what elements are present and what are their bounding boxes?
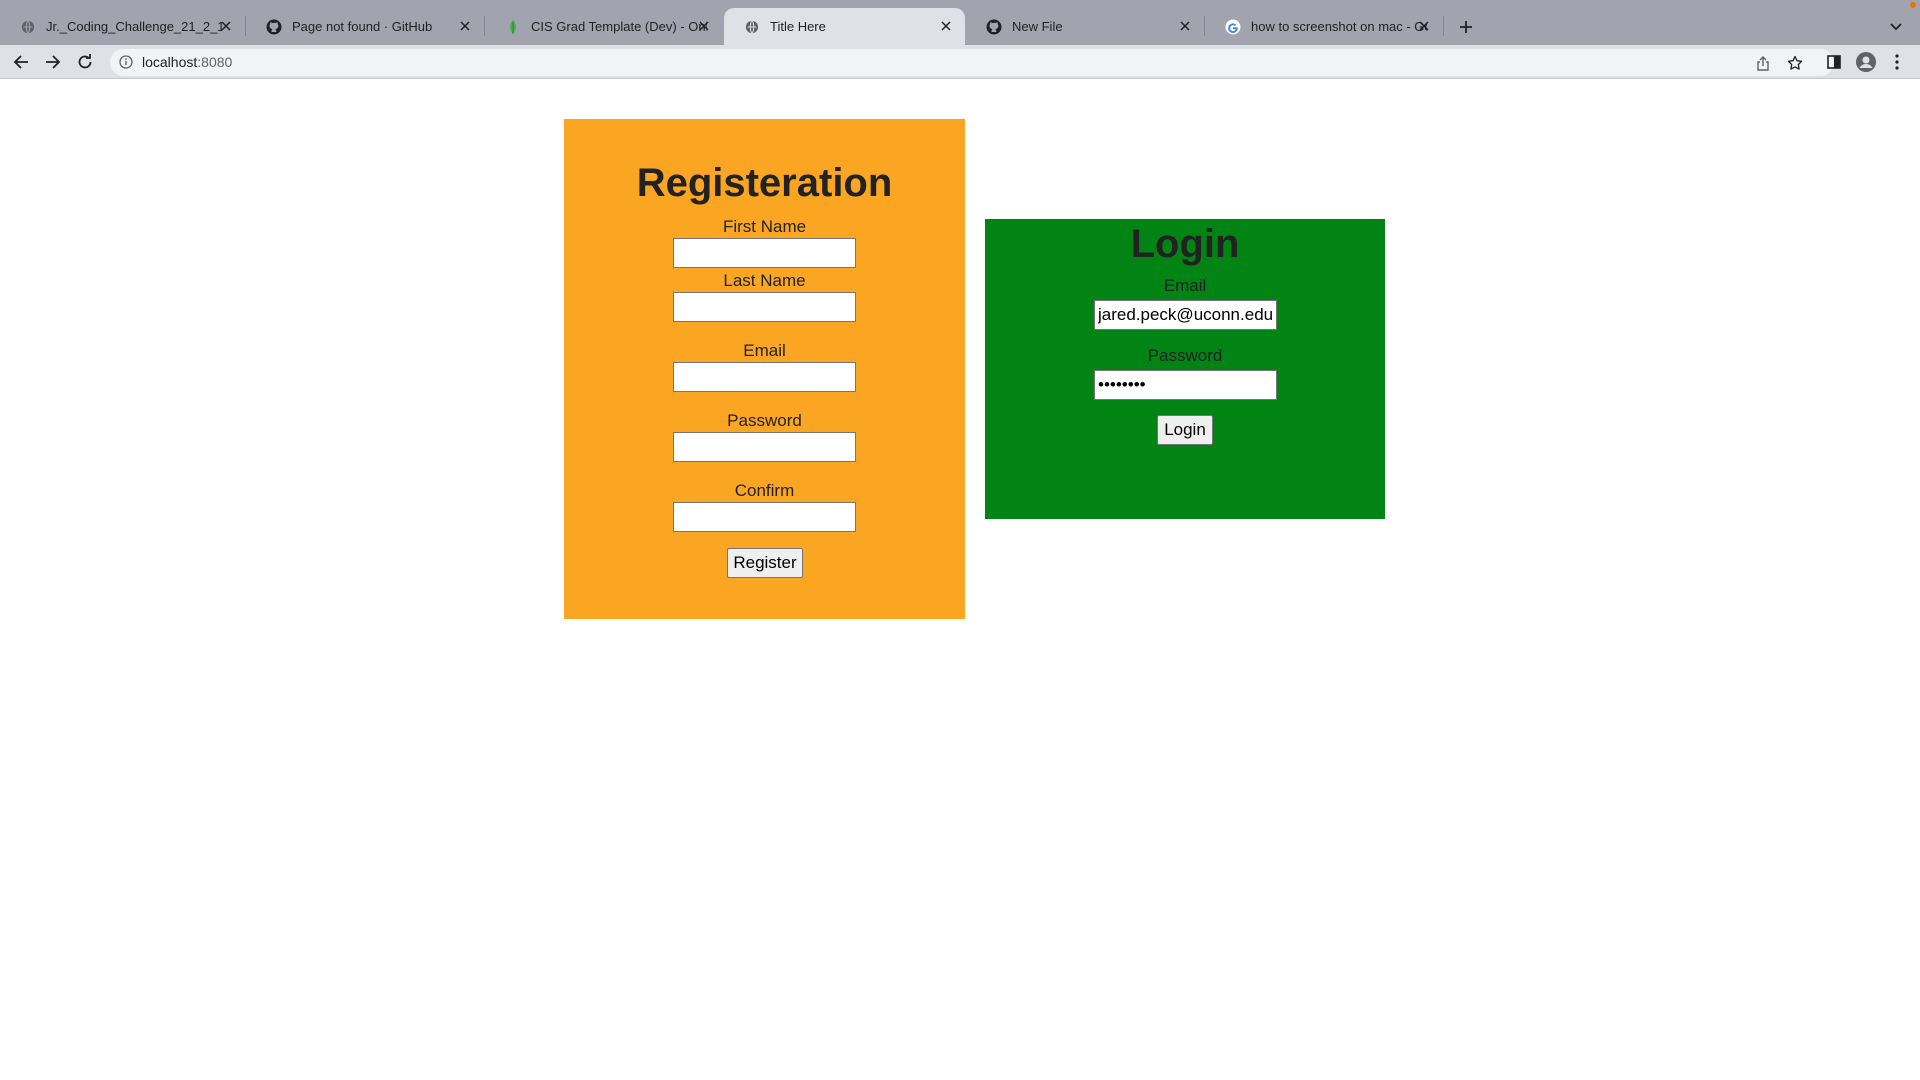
leaf-icon	[505, 19, 521, 35]
tab-github-page-not-found[interactable]: Page not found · GitHub	[246, 8, 484, 45]
kebab-menu-icon	[1895, 54, 1899, 70]
arrow-left-icon	[13, 55, 28, 69]
login-panel: Login Email Password Login	[985, 219, 1385, 519]
tab-title-here[interactable]: Title Here	[724, 8, 965, 45]
tab-new-file[interactable]: New File	[966, 8, 1204, 45]
tab-title: Jr._Coding_Challenge_21_2_1	[46, 19, 222, 34]
first-name-label: First Name	[722, 217, 807, 236]
last-name-label: Last Name	[723, 271, 806, 290]
close-tab-icon[interactable]	[456, 17, 474, 35]
info-icon[interactable]	[118, 54, 134, 70]
chevron-down-icon	[1890, 23, 1902, 31]
registration-password-label: Password	[727, 411, 802, 430]
arrow-right-icon	[46, 55, 61, 69]
tab-title: how to screenshot on mac - Go	[1251, 19, 1427, 34]
first-name-input[interactable]	[673, 238, 856, 268]
register-button[interactable]: Register	[727, 548, 803, 578]
side-panel-button[interactable]	[1819, 47, 1849, 77]
tab-cis-grad-template[interactable]: CIS Grad Template (Dev) - Onli	[485, 8, 723, 45]
tab-title: Title Here	[770, 19, 826, 34]
tab-jr-coding-challenge[interactable]: Jr._Coding_Challenge_21_2_1	[0, 8, 245, 45]
login-email-label: Email	[1163, 276, 1207, 295]
bookmark-star-icon[interactable]	[1785, 53, 1805, 73]
registration-password-input[interactable]	[673, 432, 856, 462]
confirm-label: Confirm	[734, 481, 795, 500]
last-name-input[interactable]	[673, 292, 856, 322]
close-tab-icon[interactable]	[1176, 17, 1194, 35]
google-icon	[1225, 19, 1241, 35]
plus-icon	[1460, 21, 1472, 33]
tab-separator	[1443, 16, 1444, 36]
github-icon	[266, 19, 282, 35]
login-password-input[interactable]	[1094, 370, 1277, 400]
confirm-password-input[interactable]	[673, 502, 856, 532]
share-icon[interactable]	[1753, 53, 1773, 73]
close-tab-icon[interactable]	[695, 17, 713, 35]
url-host: localhost	[142, 54, 198, 70]
side-panel-icon	[1827, 55, 1841, 69]
avatar-icon	[1856, 52, 1876, 72]
close-tab-icon[interactable]	[937, 17, 955, 35]
address-bar[interactable]: localhost:8080	[110, 49, 1834, 76]
login-title: Login	[1130, 222, 1240, 266]
globe-icon	[20, 19, 36, 35]
tab-search-button[interactable]	[1882, 13, 1910, 41]
notification-dot	[1910, 2, 1916, 8]
registration-email-input[interactable]	[673, 362, 856, 392]
menu-button[interactable]	[1882, 47, 1912, 77]
back-button[interactable]	[6, 47, 36, 77]
browser-toolbar: localhost:8080	[0, 45, 1920, 79]
tab-strip: Jr._Coding_Challenge_21_2_1 Page not fou…	[0, 0, 1920, 45]
tab-title: New File	[1012, 19, 1063, 34]
reload-icon	[78, 54, 92, 69]
forward-button[interactable]	[38, 47, 68, 77]
reload-button[interactable]	[70, 47, 100, 77]
url-text[interactable]: localhost:8080	[142, 54, 232, 70]
login-password-label: Password	[1147, 346, 1223, 365]
profile-button[interactable]	[1851, 47, 1881, 77]
registration-title: Registeration	[636, 161, 893, 205]
registration-email-label: Email	[743, 341, 786, 360]
login-button[interactable]: Login	[1157, 415, 1213, 445]
globe-icon	[744, 19, 760, 35]
github-icon	[986, 19, 1002, 35]
tab-title: Page not found · GitHub	[292, 19, 433, 34]
registration-panel: Registeration First Name Last Name Email…	[564, 119, 965, 619]
close-tab-icon[interactable]	[217, 17, 235, 35]
url-port: :8080	[197, 54, 233, 70]
close-tab-icon[interactable]	[1415, 17, 1433, 35]
new-tab-button[interactable]	[1452, 13, 1480, 41]
tab-google-search[interactable]: how to screenshot on mac - Go	[1205, 8, 1443, 45]
login-email-input[interactable]	[1094, 300, 1277, 330]
tab-title: CIS Grad Template (Dev) - Onli	[531, 19, 707, 34]
